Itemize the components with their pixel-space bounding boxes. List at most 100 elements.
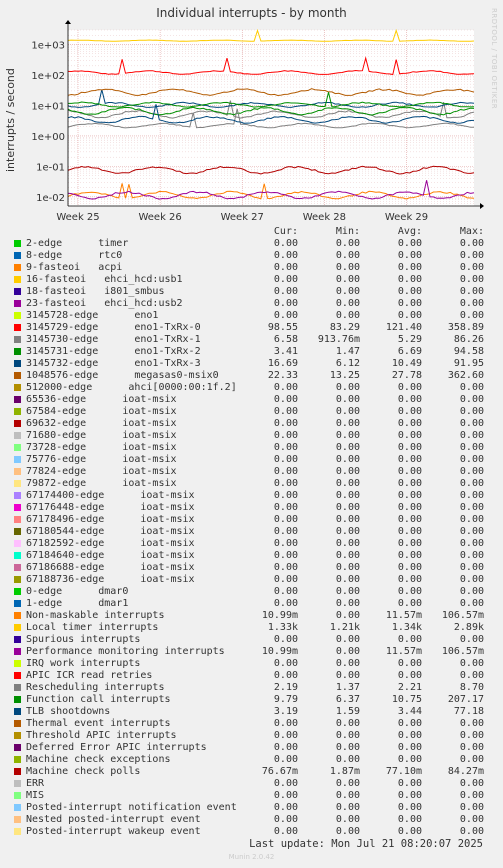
legend-series-name: Posted-interrupt notification event xyxy=(26,802,237,813)
x-tick-label: Week 26 xyxy=(138,212,181,223)
legend-avg-value: 6.69 xyxy=(397,346,422,357)
legend-row: 3145728-edge eno1 0.00 0.00 0.00 0.00 xyxy=(0,310,503,322)
legend-max-value: 77.18 xyxy=(453,706,484,717)
legend-avg-value: 0.00 xyxy=(397,526,422,537)
legend-max-value: 106.57m xyxy=(441,610,484,621)
legend-max-value: 0.00 xyxy=(459,298,484,309)
legend-cur-value: 0.00 xyxy=(273,490,298,501)
legend-cur-value: 0.00 xyxy=(273,730,298,741)
legend-row: 8-edge rtc0 0.00 0.00 0.00 0.00 xyxy=(0,250,503,262)
legend-swatch xyxy=(14,336,21,343)
legend-max-value: 0.00 xyxy=(459,310,484,321)
legend-max-value: 94.58 xyxy=(453,346,484,357)
legend-series-name: 67176448-edge ioat-msix xyxy=(26,502,195,513)
legend-cur-value: 0.00 xyxy=(273,250,298,261)
legend-swatch xyxy=(14,504,21,511)
legend-min-value: 13.25 xyxy=(329,370,360,381)
legend-min-value: 0.00 xyxy=(335,778,360,789)
legend-swatch xyxy=(14,276,21,283)
legend-avg-value: 2.21 xyxy=(397,682,422,693)
legend-row: 69632-edge ioat-msix 0.00 0.00 0.00 0.00 xyxy=(0,418,503,430)
legend-row: 67186688-edge ioat-msix 0.00 0.00 0.00 0.00 xyxy=(0,562,503,574)
legend-min-value: 0.00 xyxy=(335,610,360,621)
legend-series-name: 9-fasteoi acpi xyxy=(26,262,123,273)
legend-max-value: 207.17 xyxy=(447,694,484,705)
legend-max-value: 0.00 xyxy=(459,502,484,513)
legend-cur-value: 10.99m xyxy=(261,646,298,657)
legend-row: Deferred Error APIC interrupts 0.00 0.00 0.… xyxy=(0,742,503,754)
legend-max-value: 358.89 xyxy=(447,322,484,333)
legend-series-name: 79872-edge ioat-msix xyxy=(26,478,177,489)
y-tick-label: 1e+03 xyxy=(31,41,65,52)
legend-row: 71680-edge ioat-msix 0.00 0.00 0.00 0.00 xyxy=(0,430,503,442)
legend-series-name: 69632-edge ioat-msix xyxy=(26,418,177,429)
legend-min-value: 0.00 xyxy=(335,238,360,249)
legend-min-value: 0.00 xyxy=(335,442,360,453)
legend-swatch xyxy=(14,420,21,427)
legend-series-name: 512000-edge ahci[0000:00:1f.2] xyxy=(26,382,237,393)
legend-avg-value: 0.00 xyxy=(397,502,422,513)
legend-series-name: ERR xyxy=(26,778,45,789)
legend-swatch xyxy=(14,588,21,595)
legend-avg-value: 0.00 xyxy=(397,754,422,765)
legend-max-value: 0.00 xyxy=(459,286,484,297)
legend-row: 23-fasteoi ehci_hcd:usb2 0.00 0.00 0.00 0.00 xyxy=(0,298,503,310)
legend-swatch xyxy=(14,744,21,751)
legend-swatch xyxy=(14,648,21,655)
legend-avg-value: 0.00 xyxy=(397,574,422,585)
legend-max-value: 86.26 xyxy=(453,334,484,345)
legend-swatch xyxy=(14,624,21,631)
legend-swatch xyxy=(14,816,21,823)
munin-version: Munin 2.0.42 xyxy=(228,853,275,861)
legend-swatch xyxy=(14,552,21,559)
legend-series-name: 67188736-edge ioat-msix xyxy=(26,574,195,585)
legend-max-value: 84.27m xyxy=(447,766,484,777)
legend-min-value: 0.00 xyxy=(335,754,360,765)
legend-max-value: 0.00 xyxy=(459,238,484,249)
legend-avg-value: 0.00 xyxy=(397,442,422,453)
legend-min-value: 0.00 xyxy=(335,730,360,741)
col-avg: Avg: xyxy=(397,226,422,237)
legend-swatch xyxy=(14,348,21,355)
legend-min-value: 0.00 xyxy=(335,826,360,837)
legend-cur-value: 0.00 xyxy=(273,310,298,321)
legend-min-value: 0.00 xyxy=(335,814,360,825)
legend-row: Local timer interrupts 1.33k 1.21k 1.34k 2.8… xyxy=(0,622,503,634)
legend-max-value: 0.00 xyxy=(459,538,484,549)
legend-avg-value: 0.00 xyxy=(397,778,422,789)
legend-avg-value: 0.00 xyxy=(397,634,422,645)
legend-cur-value: 0.00 xyxy=(273,514,298,525)
legend-cur-value: 0.00 xyxy=(273,442,298,453)
legend-min-value: 0.00 xyxy=(335,718,360,729)
legend-max-value: 0.00 xyxy=(459,754,484,765)
legend-cur-value: 3.19 xyxy=(273,706,298,717)
legend-cur-value: 0.00 xyxy=(273,670,298,681)
legend-swatch xyxy=(14,708,21,715)
legend-row: Posted-interrupt wakeup event 0.00 0.00 0.0… xyxy=(0,826,503,838)
legend-series-name: Threshold APIC interrupts xyxy=(26,730,177,741)
legend-avg-value: 0.00 xyxy=(397,274,422,285)
legend-max-value: 0.00 xyxy=(459,742,484,753)
legend-min-value: 0.00 xyxy=(335,550,360,561)
legend-series-name: IRQ work interrupts xyxy=(26,658,141,669)
legend-cur-value: 16.69 xyxy=(267,358,298,369)
legend-series-name: Local timer interrupts xyxy=(26,622,159,633)
legend-avg-value: 0.00 xyxy=(397,478,422,489)
legend-swatch xyxy=(14,780,21,787)
legend-row: 77824-edge ioat-msix 0.00 0.00 0.00 0.00 xyxy=(0,466,503,478)
legend-series-name: 0-edge dmar0 xyxy=(26,586,129,597)
legend-avg-value: 0.00 xyxy=(397,454,422,465)
legend-swatch xyxy=(14,696,21,703)
legend-min-value: 0.00 xyxy=(335,262,360,273)
legend-max-value: 0.00 xyxy=(459,574,484,585)
legend-row: 67174400-edge ioat-msix 0.00 0.00 0.00 0.00 xyxy=(0,490,503,502)
legend-max-value: 0.00 xyxy=(459,454,484,465)
legend-series-name: 16-fasteoi ehci_hcd:usb1 xyxy=(26,274,183,285)
legend-cur-value: 9.79 xyxy=(273,694,298,705)
legend-max-value: 0.00 xyxy=(459,718,484,729)
legend-max-value: 0.00 xyxy=(459,826,484,837)
legend-avg-value: 5.29 xyxy=(397,334,422,345)
legend-min-value: 0.00 xyxy=(335,574,360,585)
x-tick-label: Week 25 xyxy=(56,212,99,223)
legend-avg-value: 0.00 xyxy=(397,490,422,501)
